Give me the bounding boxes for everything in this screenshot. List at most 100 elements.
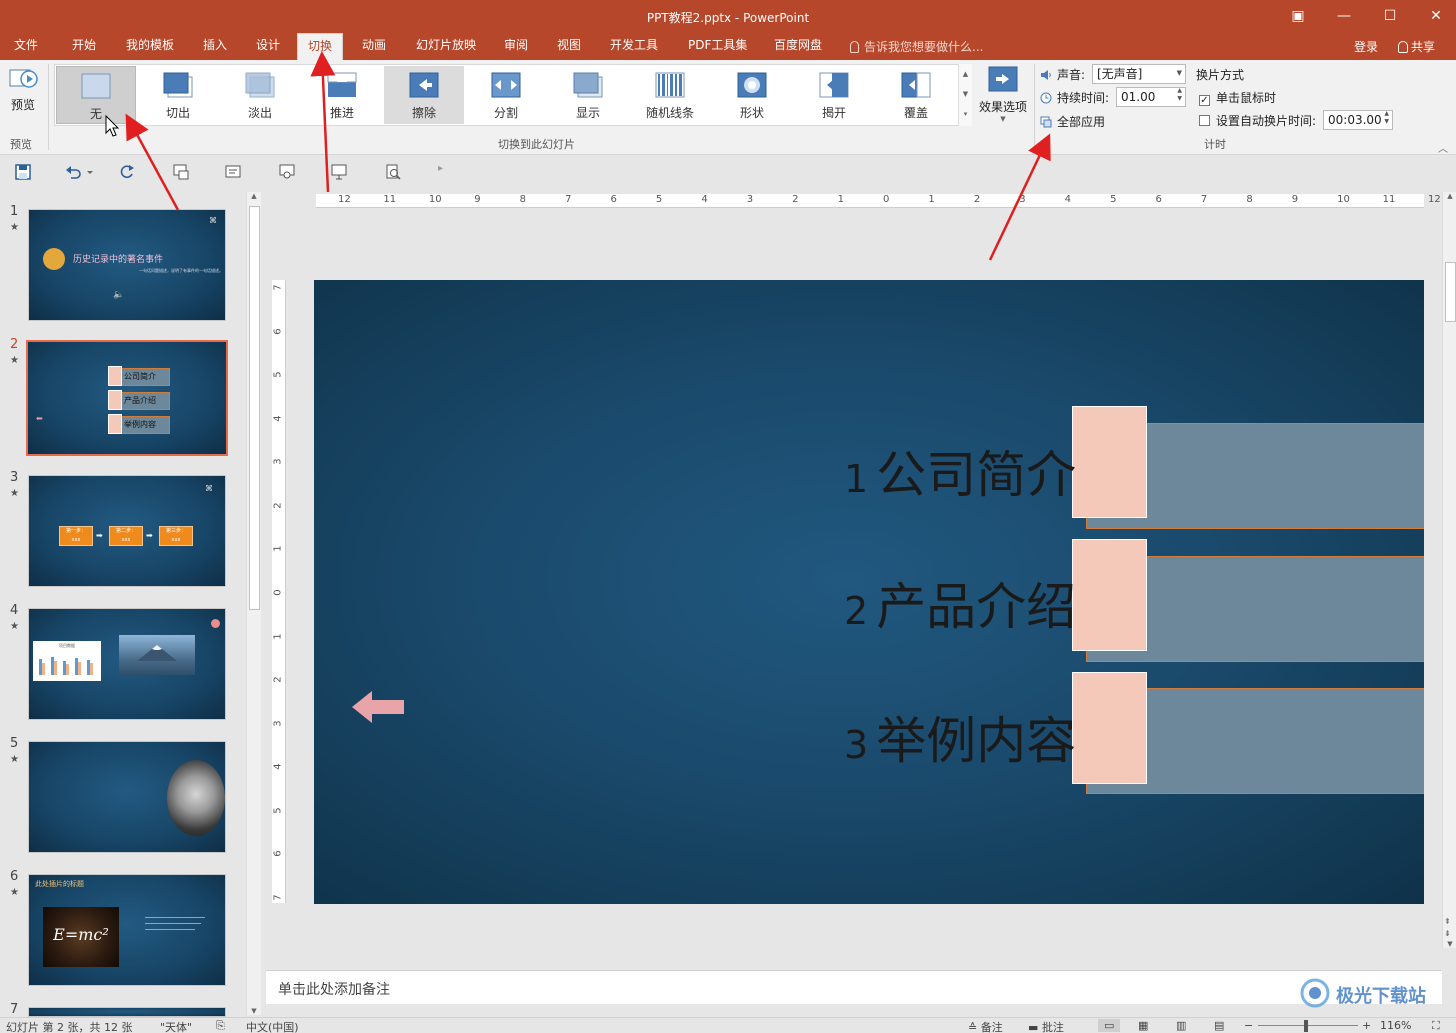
on-click-checkbox[interactable]: ✓ 单击鼠标时 — [1199, 89, 1276, 106]
login-link[interactable]: 登录 — [1354, 38, 1378, 55]
current-slide[interactable]: 1 公司简介 2 产品介绍 3 举例内容 — [314, 280, 1424, 904]
scroll-thumb[interactable] — [249, 206, 260, 610]
minimize-icon[interactable]: — — [1334, 6, 1354, 26]
transition-wipe[interactable]: 擦除 — [384, 66, 464, 124]
share-button[interactable]: 共享 — [1398, 38, 1435, 55]
lightbulb-icon — [850, 41, 859, 53]
transition-reveal[interactable]: 显示 — [548, 66, 628, 124]
new-slide-icon[interactable] — [172, 163, 190, 181]
gallery-more-icon[interactable]: ▾ — [959, 104, 972, 124]
effect-options-button[interactable]: 效果选项 ▼ — [976, 64, 1030, 130]
transition-shape[interactable]: 形状 — [712, 66, 792, 124]
customize-qat-icon[interactable]: ▸ — [438, 163, 456, 181]
tab-pdf-tools[interactable]: PDF工具集 — [678, 33, 757, 60]
transition-cut[interactable]: 切出 — [138, 66, 218, 124]
tab-design[interactable]: 设计 — [246, 33, 290, 60]
text-box-icon[interactable] — [224, 163, 242, 181]
gallery-up-icon[interactable]: ▲ — [959, 64, 972, 84]
comments-toggle[interactable]: ▬ 批注 — [1028, 1019, 1064, 1033]
duration-spinner[interactable]: 01.00 ▲ ▼ — [1116, 87, 1186, 107]
transition-split[interactable]: 分割 — [466, 66, 546, 124]
prev-next-slide-icon[interactable]: ⇞ ⇟ — [1444, 916, 1451, 940]
tab-transitions[interactable]: 切换 — [297, 33, 344, 60]
print-preview-icon[interactable] — [384, 163, 402, 181]
zoom-in-icon[interactable]: + — [1362, 1019, 1371, 1032]
transition-random-bars[interactable]: 随机线条 — [630, 66, 710, 124]
tab-file[interactable]: 文件 — [4, 33, 48, 60]
thumb-text-line — [145, 929, 195, 930]
presenter-view-icon[interactable] — [278, 163, 296, 181]
maximize-icon[interactable]: ☐ — [1380, 6, 1400, 26]
spellcheck-icon[interactable]: ⎘ — [216, 1019, 225, 1033]
editor-scrollbar[interactable]: ▲ ▼ — [1442, 192, 1456, 948]
collapse-ribbon-icon[interactable]: ︿ — [1438, 140, 1448, 155]
zoom-slider-thumb[interactable] — [1304, 1020, 1308, 1032]
slide-thumbnail-6[interactable]: 此处插片的标题 E=mc² — [28, 874, 226, 986]
reading-view-icon[interactable]: ▥ — [1176, 1019, 1186, 1032]
slide-thumbnail-1[interactable]: 历史记录中的著名事件 一句话问题描述，说明了有事件的一句话描述。 🔈 ⌘ — [28, 209, 226, 321]
after-time-spinner[interactable]: 00:03.00 ▲ ▼ — [1323, 110, 1393, 130]
close-icon[interactable]: ✕ — [1426, 6, 1446, 26]
fit-to-window-icon[interactable]: ⛶ — [1432, 1019, 1440, 1033]
scroll-down-icon[interactable]: ▼ — [1443, 940, 1456, 948]
tab-my-templates[interactable]: 我的模板 — [116, 33, 184, 60]
ribbon-display-icon[interactable]: ▣ — [1288, 6, 1308, 26]
scroll-down-icon[interactable]: ▼ — [247, 1007, 261, 1015]
slide-thumbnail-3[interactable]: 第一步： xxx ➡ 第二步： xxx ➡ 第三步： xxx ⌘ — [28, 475, 226, 587]
transition-none[interactable]: 无 — [56, 66, 136, 124]
reveal-transition-icon — [573, 72, 603, 98]
scroll-up-icon[interactable]: ▲ — [247, 192, 261, 200]
transition-label: 覆盖 — [903, 106, 928, 120]
tab-insert[interactable]: 插入 — [193, 33, 237, 60]
notes-pane[interactable]: 单击此处添加备注 — [266, 970, 1442, 1004]
tab-slideshow[interactable]: 幻灯片放映 — [406, 33, 486, 60]
slide-thumbnail-7[interactable] — [28, 1007, 226, 1017]
normal-view-icon[interactable]: ▭ — [1098, 1019, 1121, 1032]
item-text[interactable]: 2 产品介绍 — [844, 572, 1076, 642]
after-checkbox[interactable]: 设置自动换片时间: — [1199, 112, 1316, 129]
ruler-tick-label: 11 — [1382, 194, 1396, 205]
thumb-step: 第一步： xxx — [59, 526, 93, 546]
tab-developer[interactable]: 开发工具 — [600, 33, 668, 60]
redo-icon[interactable] — [118, 163, 136, 181]
slide-thumbnail-2[interactable]: 公司简介 产品介绍 举例内容 ⬅ — [26, 340, 228, 456]
transition-cover[interactable]: 覆盖 — [876, 66, 956, 124]
preview-button[interactable]: 预览 — [4, 64, 42, 120]
slide-thumbnail-4[interactable]: 项目数据 — [28, 608, 226, 720]
slideshow-icon[interactable] — [330, 163, 348, 181]
spinner-arrows-icon[interactable]: ▲ ▼ — [1177, 87, 1182, 103]
save-icon[interactable] — [14, 163, 32, 181]
spinner-arrows-icon[interactable]: ▲ ▼ — [1384, 110, 1389, 126]
zoom-slider[interactable] — [1258, 1025, 1358, 1026]
thumbnails-scrollbar[interactable]: ▲ ▼ — [246, 192, 261, 1015]
ruler-tick-label: 5 — [272, 807, 284, 814]
item-text[interactable]: 1 公司简介 — [844, 440, 1076, 510]
item-text[interactable]: 3 举例内容 — [844, 706, 1076, 776]
zoom-level[interactable]: 116% — [1380, 1019, 1411, 1032]
apply-all-button[interactable]: 全部应用 — [1040, 113, 1105, 130]
language-indicator[interactable]: 中文(中国) — [246, 1019, 299, 1033]
tab-animations[interactable]: 动画 — [352, 33, 396, 60]
transition-uncover[interactable]: 揭开 — [794, 66, 874, 124]
tab-home[interactable]: 开始 — [62, 33, 106, 60]
item-square[interactable] — [1072, 539, 1147, 651]
tell-me-box[interactable]: 告诉我您想要做什么... — [850, 38, 983, 55]
slide-sorter-icon[interactable]: ▦ — [1138, 1019, 1148, 1032]
slideshow-view-icon[interactable]: ▤ — [1214, 1019, 1224, 1032]
tab-view[interactable]: 视图 — [547, 33, 591, 60]
item-square[interactable] — [1072, 406, 1147, 518]
gallery-down-icon[interactable]: ▼ — [959, 84, 972, 104]
scroll-up-icon[interactable]: ▲ — [1443, 192, 1456, 200]
tab-review[interactable]: 审阅 — [494, 33, 538, 60]
notes-toggle[interactable]: ≙ 备注 — [968, 1019, 1003, 1033]
item-square[interactable] — [1072, 672, 1147, 784]
transition-fade[interactable]: 淡出 — [220, 66, 300, 124]
slide-thumbnail-5[interactable] — [28, 741, 226, 853]
tab-baidu-netdisk[interactable]: 百度网盘 — [764, 33, 832, 60]
zoom-out-icon[interactable]: − — [1244, 1019, 1253, 1032]
back-arrow-icon[interactable] — [352, 690, 406, 727]
transition-push[interactable]: 推进 — [302, 66, 382, 124]
sound-select[interactable]: [无声音] ▼ — [1092, 64, 1186, 84]
undo-icon[interactable] — [64, 163, 93, 181]
scroll-thumb[interactable] — [1445, 262, 1456, 322]
